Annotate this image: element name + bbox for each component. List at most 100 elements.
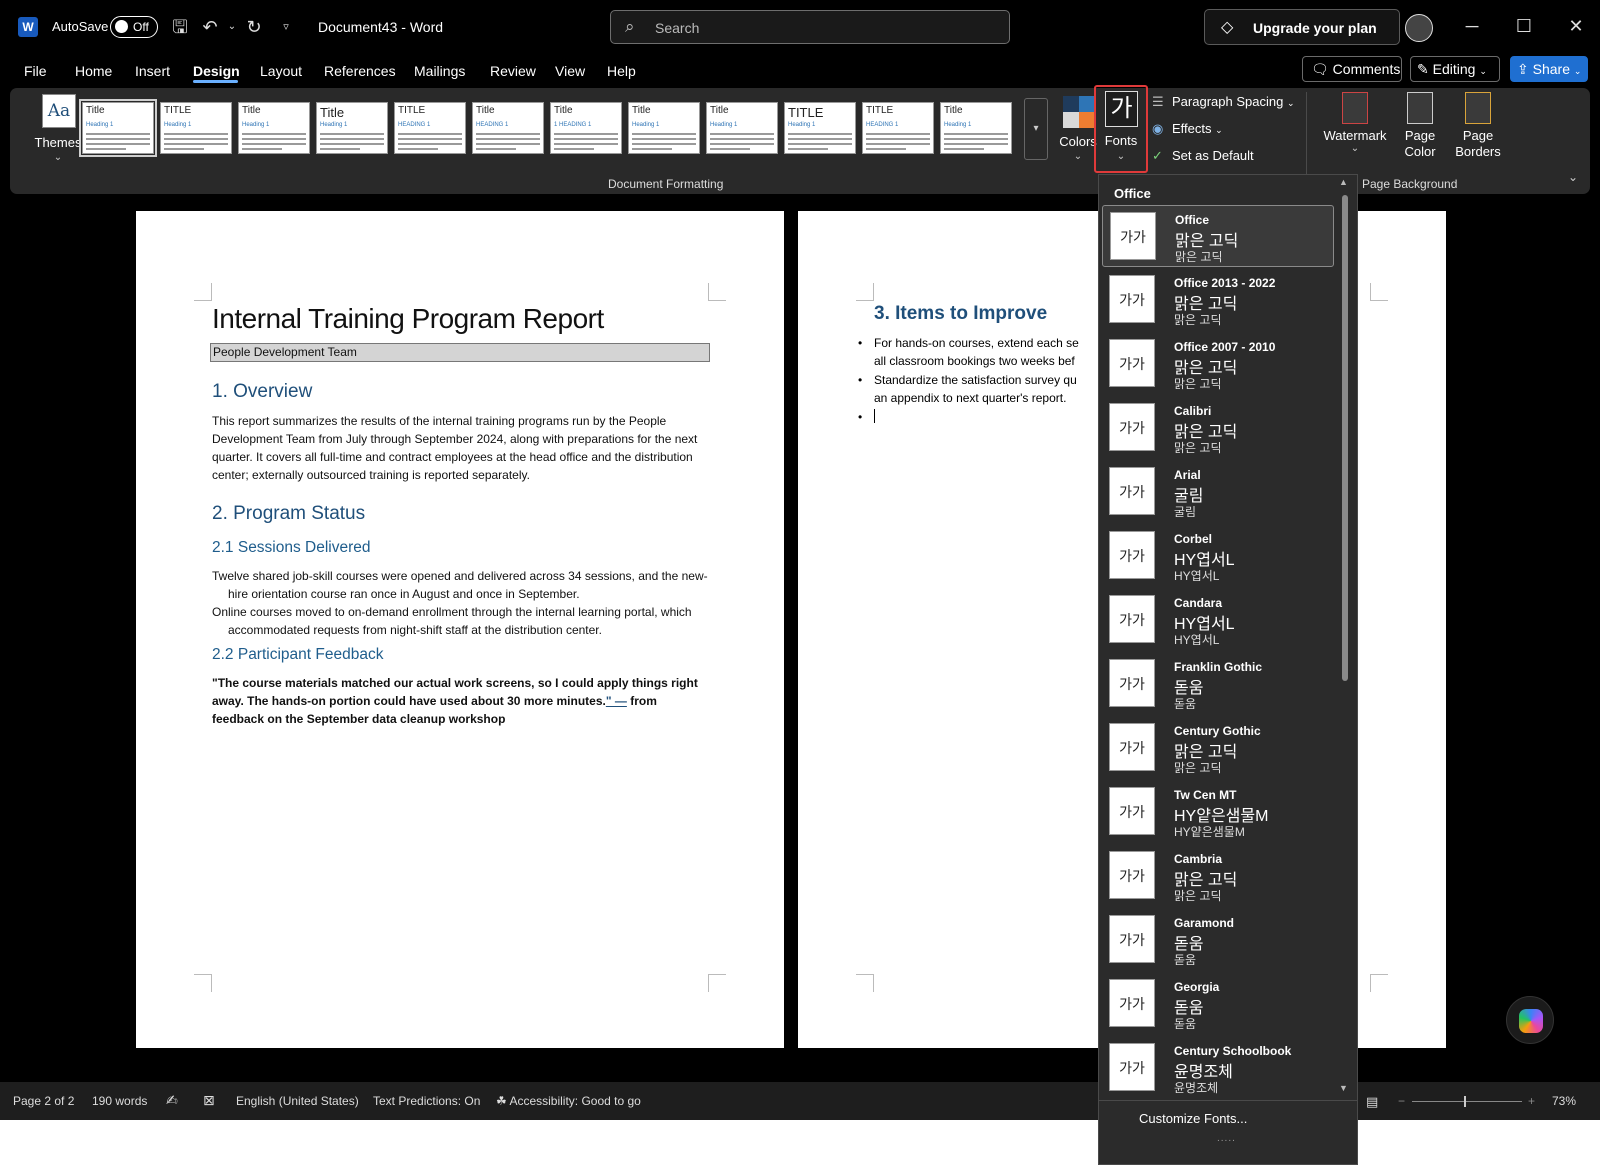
- save-icon[interactable]: 🖫: [168, 15, 192, 39]
- gallery-more-icon[interactable]: ▾: [1024, 98, 1048, 160]
- style-set-thumbnail[interactable]: Title Heading 1: [79, 99, 157, 157]
- tab-insert[interactable]: Insert: [135, 63, 170, 79]
- tab-view[interactable]: View: [555, 63, 585, 79]
- font-theme-item[interactable]: 가가 Corbel HY엽서L HY엽서L: [1102, 525, 1334, 587]
- font-theme-item[interactable]: 가가 Office 맑은 고딕 맑은 고딕: [1102, 205, 1334, 267]
- font-body-sample: 맑은 고딕: [1174, 377, 1222, 391]
- resize-grip-icon[interactable]: .....: [1217, 1133, 1236, 1144]
- tab-references[interactable]: References: [324, 63, 396, 79]
- thumbnail-text-line: [788, 148, 828, 150]
- fonts-button[interactable]: 가 Fonts ⌄: [1094, 85, 1148, 173]
- word-logo-icon: W: [18, 17, 38, 37]
- minimize-icon[interactable]: ─: [1460, 14, 1484, 38]
- scroll-up-icon[interactable]: ▲: [1339, 177, 1348, 187]
- tab-file[interactable]: File: [24, 63, 47, 79]
- tab-home[interactable]: Home: [75, 63, 112, 79]
- profile-avatar-icon[interactable]: [1405, 14, 1433, 42]
- undo-icon[interactable]: ↶: [198, 15, 222, 39]
- font-theme-item[interactable]: 가가 Franklin Gothic 돋움 돋움: [1102, 653, 1334, 715]
- style-set-thumbnail[interactable]: TITLE HEADING 1: [394, 102, 466, 154]
- thumbnail-text-line: [554, 138, 618, 140]
- themes-button[interactable]: Aa Themes ⌄: [28, 94, 88, 174]
- quote-link[interactable]: " —: [606, 694, 627, 708]
- track-changes-icon[interactable]: ⊠: [203, 1092, 215, 1109]
- font-theme-item[interactable]: 가가 Tw Cen MT HY얕은샘물M HY얕은샘물M: [1102, 781, 1334, 843]
- font-theme-item[interactable]: 가가 Candara HY엽서L HY엽서L: [1102, 589, 1334, 651]
- style-set-thumbnail[interactable]: Title Heading 1: [940, 102, 1012, 154]
- tab-help[interactable]: Help: [607, 63, 636, 79]
- style-set-thumbnail[interactable]: Title HEADING 1: [472, 102, 544, 154]
- font-theme-name: Franklin Gothic: [1174, 660, 1263, 674]
- font-preview-icon: 가가: [1109, 723, 1155, 771]
- undo-dropdown-icon[interactable]: ⌄: [220, 15, 244, 39]
- page-count[interactable]: Page 2 of 2: [13, 1094, 74, 1108]
- tab-review[interactable]: Review: [490, 63, 536, 79]
- font-theme-item[interactable]: 가가 Cambria 맑은 고딕 맑은 고딕: [1102, 845, 1334, 907]
- watermark-button[interactable]: Watermark ⌄: [1322, 92, 1388, 172]
- font-theme-item[interactable]: 가가 Office 2013 - 2022 맑은 고딕 맑은 고딕: [1102, 269, 1334, 331]
- text-predictions-status[interactable]: Text Predictions: On: [373, 1094, 480, 1108]
- thumbnail-heading: HEADING 1: [398, 122, 431, 128]
- copilot-button[interactable]: [1506, 996, 1554, 1044]
- customize-qat-icon[interactable]: ▿: [274, 15, 298, 39]
- chevron-down-icon: ⌄: [1116, 151, 1126, 162]
- redo-icon[interactable]: ↻: [242, 15, 266, 39]
- search-input[interactable]: ⌕ Search: [610, 10, 1010, 44]
- style-set-thumbnail[interactable]: Title 1 HEADING 1: [550, 102, 622, 154]
- zoom-level[interactable]: 73%: [1552, 1094, 1576, 1108]
- style-set-thumbnail[interactable]: TITLE Heading 1: [784, 102, 856, 154]
- accessibility-status[interactable]: ☘ Accessibility: Good to go: [496, 1094, 641, 1108]
- font-theme-item[interactable]: 가가 Office 2007 - 2010 맑은 고딕 맑은 고딕: [1102, 333, 1334, 395]
- proofing-icon[interactable]: ✍: [166, 1092, 178, 1109]
- share-button[interactable]: ⇪ Share ⌄: [1510, 56, 1588, 82]
- ribbon-collapse-icon[interactable]: ⌄: [1568, 170, 1578, 184]
- font-theme-item[interactable]: 가가 Garamond 돋움 돋움: [1102, 909, 1334, 971]
- word-count[interactable]: 190 words: [92, 1094, 147, 1108]
- customize-fonts-menu-item[interactable]: Customize Fonts...: [1139, 1111, 1247, 1126]
- dropdown-scrollbar[interactable]: ▲ ▼: [1336, 177, 1354, 1097]
- scroll-down-icon[interactable]: ▼: [1339, 1083, 1348, 1093]
- page-color-button[interactable]: Page Color: [1394, 92, 1446, 172]
- tab-mailings[interactable]: Mailings: [414, 63, 465, 79]
- maximize-icon[interactable]: ☐: [1512, 14, 1536, 38]
- autosave-toggle[interactable]: Off: [110, 16, 158, 38]
- zoom-in-icon[interactable]: +: [1528, 1094, 1535, 1108]
- style-set-thumbnail[interactable]: Title Heading 1: [706, 102, 778, 154]
- effects-button[interactable]: ◉ Effects ⌄: [1152, 121, 1223, 143]
- style-set-thumbnail[interactable]: TITLE Heading 1: [160, 102, 232, 154]
- tab-layout[interactable]: Layout: [260, 63, 302, 79]
- paragraph-spacing-button[interactable]: ☰ Paragraph Spacing ⌄: [1152, 94, 1294, 116]
- heading-items-to-improve: 3. Items to Improve: [874, 303, 1048, 324]
- font-theme-name: Georgia: [1174, 980, 1220, 994]
- thumbnail-text-line: [632, 138, 696, 140]
- font-theme-item[interactable]: 가가 Arial 굴림 굴림: [1102, 461, 1334, 523]
- editing-button[interactable]: ✎ Editing ⌄: [1410, 56, 1500, 82]
- comments-button[interactable]: 🗨 Comments: [1302, 56, 1402, 82]
- style-set-thumbnail[interactable]: TITLE HEADING 1: [862, 102, 934, 154]
- focus-mode-icon[interactable]: ▤: [1366, 1094, 1378, 1110]
- tab-design[interactable]: Design: [193, 63, 240, 79]
- style-set-thumbnail[interactable]: Title Heading 1: [628, 102, 700, 154]
- font-theme-name: Garamond: [1174, 916, 1235, 930]
- font-preview-icon: 가가: [1109, 1043, 1155, 1091]
- style-set-thumbnail[interactable]: Title Heading 1: [316, 102, 388, 154]
- zoom-slider[interactable]: [1412, 1101, 1522, 1102]
- font-theme-item[interactable]: 가가 Century Gothic 맑은 고딕 맑은 고딕: [1102, 717, 1334, 779]
- language-status[interactable]: English (United States): [236, 1094, 359, 1108]
- upgrade-plan-button[interactable]: ◇ Upgrade your plan: [1204, 9, 1400, 45]
- active-tab-indicator: [193, 80, 238, 83]
- zoom-out-icon[interactable]: −: [1398, 1094, 1405, 1108]
- close-icon[interactable]: ✕: [1564, 14, 1588, 38]
- font-theme-item[interactable]: 가가 Georgia 돋움 돋움: [1102, 973, 1334, 1035]
- set-as-default-button[interactable]: ✓ Set as Default: [1152, 148, 1254, 170]
- dropdown-section-header: Office: [1114, 186, 1151, 201]
- font-theme-item[interactable]: 가가 Century Schoolbook 윤명조체 윤명조체: [1102, 1037, 1334, 1099]
- page-borders-button[interactable]: Page Borders: [1452, 92, 1504, 172]
- document-page-1[interactable]: Internal Training Program Report People …: [136, 211, 784, 1048]
- scrollbar-thumb[interactable]: [1342, 195, 1348, 681]
- watermark-label: Watermark: [1323, 128, 1387, 143]
- style-set-thumbnail[interactable]: Title Heading 1: [238, 102, 310, 154]
- effects-icon: ◉: [1152, 121, 1164, 136]
- zoom-slider-thumb[interactable]: [1464, 1096, 1466, 1107]
- font-theme-item[interactable]: 가가 Calibri 맑은 고딕 맑은 고딕: [1102, 397, 1334, 459]
